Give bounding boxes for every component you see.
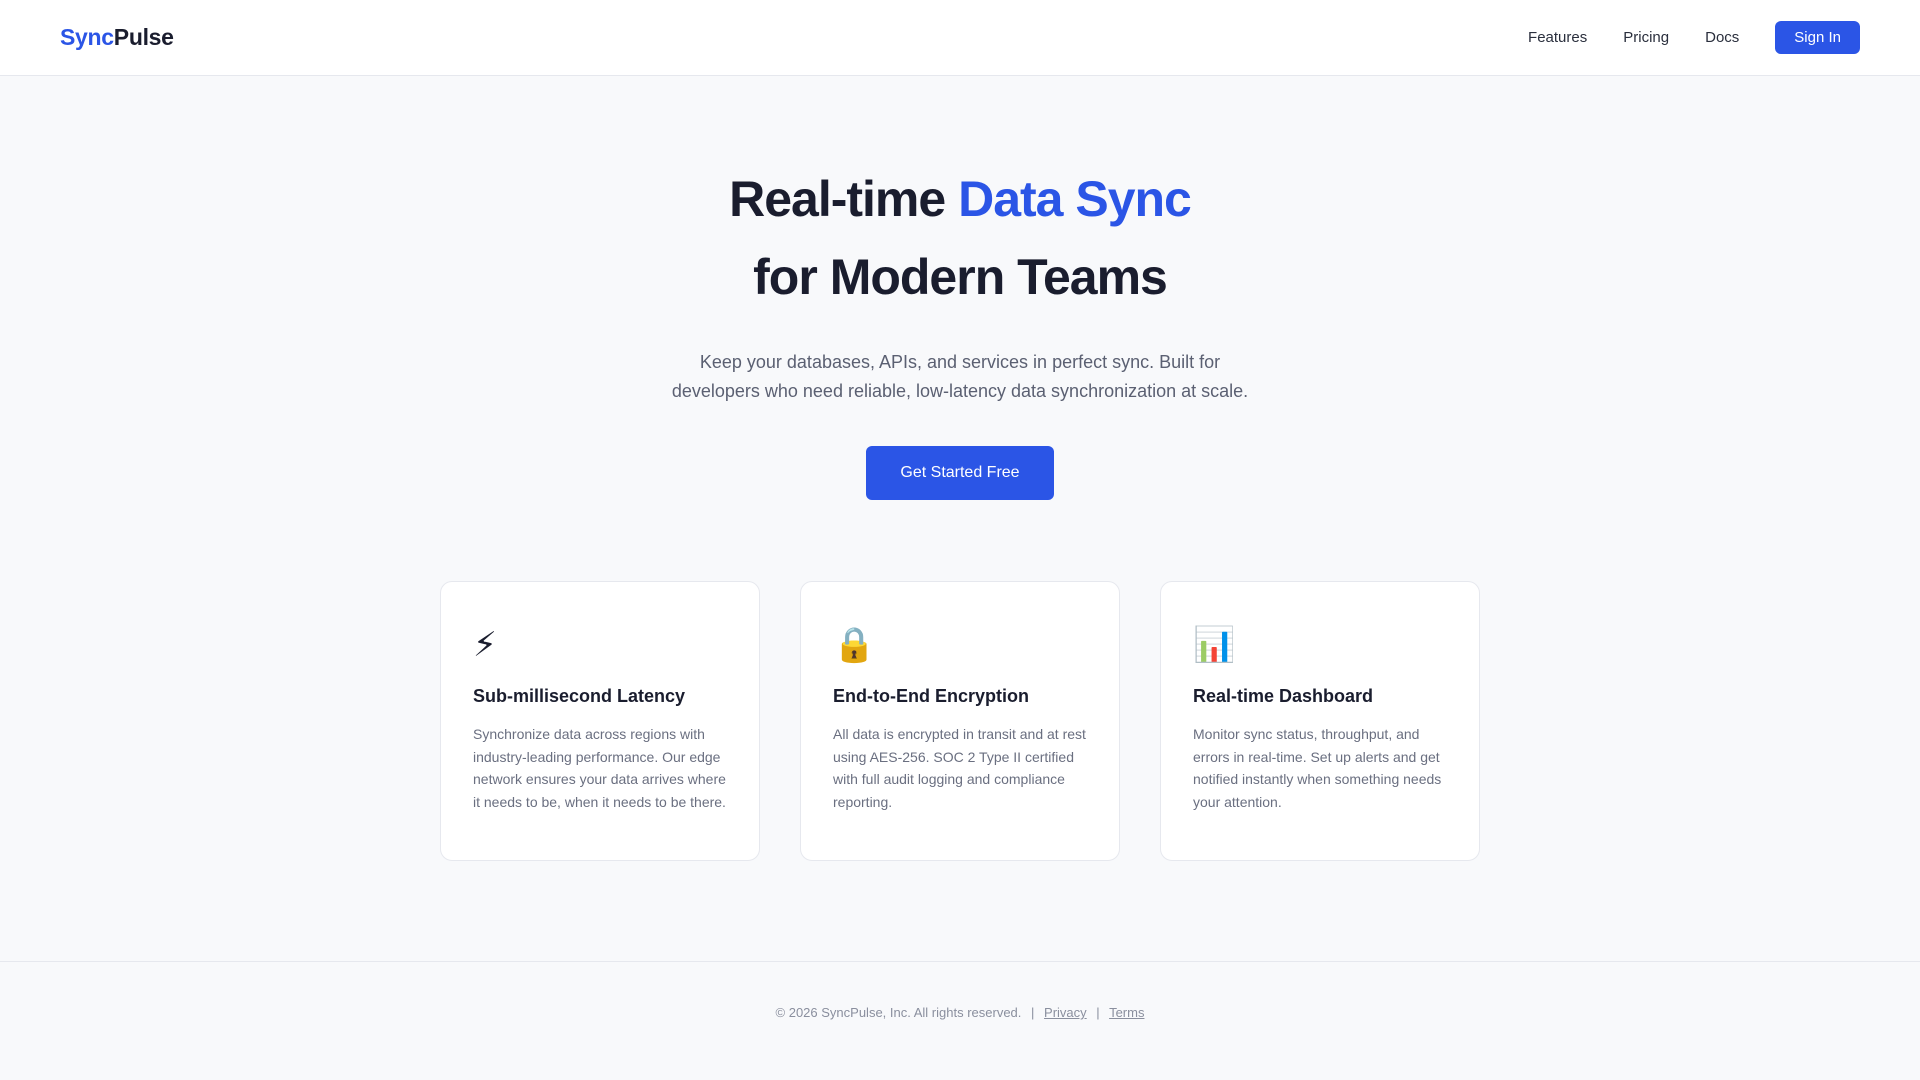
feature-card-dashboard: 📊 Real-time Dashboard Monitor sync statu… (1160, 581, 1480, 861)
nav-link-features[interactable]: Features (1528, 29, 1587, 46)
features-section: ⚡ Sub-millisecond Latency Synchronize da… (440, 581, 1480, 861)
logo[interactable]: SyncPulse (60, 24, 174, 51)
hero-title-line2: for Modern Teams (753, 249, 1168, 305)
nav-link-docs[interactable]: Docs (1705, 29, 1739, 46)
sign-in-button[interactable]: Sign In (1775, 21, 1860, 54)
get-started-button[interactable]: Get Started Free (866, 446, 1054, 500)
lock-icon: 🔒 (833, 626, 876, 664)
site-footer: © 2026 SyncPulse, Inc. All rights reserv… (0, 961, 1920, 1080)
footer-separator: | (1096, 1005, 1100, 1020)
bar-chart-icon: 📊 (1193, 626, 1236, 664)
hero-section: Real-time Data Sync for Modern Teams Kee… (0, 160, 1920, 500)
feature-title: Real-time Dashboard (1193, 686, 1374, 706)
lightning-icon: ⚡ (473, 626, 497, 664)
hero-subtitle-line1: Keep your databases, APIs, and services … (699, 352, 1221, 372)
hero-title: Real-time Data Sync for Modern Teams (0, 160, 1920, 316)
hero-title-highlight: Data Sync (958, 171, 1192, 227)
terms-link[interactable]: Terms (1109, 1005, 1144, 1020)
hero-subtitle: Keep your databases, APIs, and services … (650, 348, 1270, 406)
feature-title: Sub-millisecond Latency (473, 686, 686, 706)
feature-description: Monitor sync status, throughput, and err… (1193, 726, 1442, 810)
main-nav: Features Pricing Docs Sign In (1528, 21, 1860, 54)
hero-subtitle-line2: developers who need reliable, low-latenc… (671, 381, 1249, 401)
logo-accent: Sync (60, 24, 114, 50)
site-header: SyncPulse Features Pricing Docs Sign In (0, 0, 1920, 76)
feature-card-latency: ⚡ Sub-millisecond Latency Synchronize da… (440, 581, 760, 861)
copyright-text: © 2026 SyncPulse, Inc. All rights reserv… (775, 1005, 1022, 1020)
feature-description: Synchronize data across regions with ind… (473, 726, 726, 810)
privacy-link[interactable]: Privacy (1044, 1005, 1087, 1020)
nav-link-pricing[interactable]: Pricing (1623, 29, 1669, 46)
footer-separator: | (1031, 1005, 1035, 1020)
feature-card-encryption: 🔒 End-to-End Encryption All data is encr… (800, 581, 1120, 861)
logo-rest: Pulse (113, 24, 174, 50)
feature-title: End-to-End Encryption (833, 686, 1029, 706)
hero-title-part1: Real-time (729, 171, 959, 227)
feature-description: All data is encrypted in transit and at … (833, 726, 1086, 810)
